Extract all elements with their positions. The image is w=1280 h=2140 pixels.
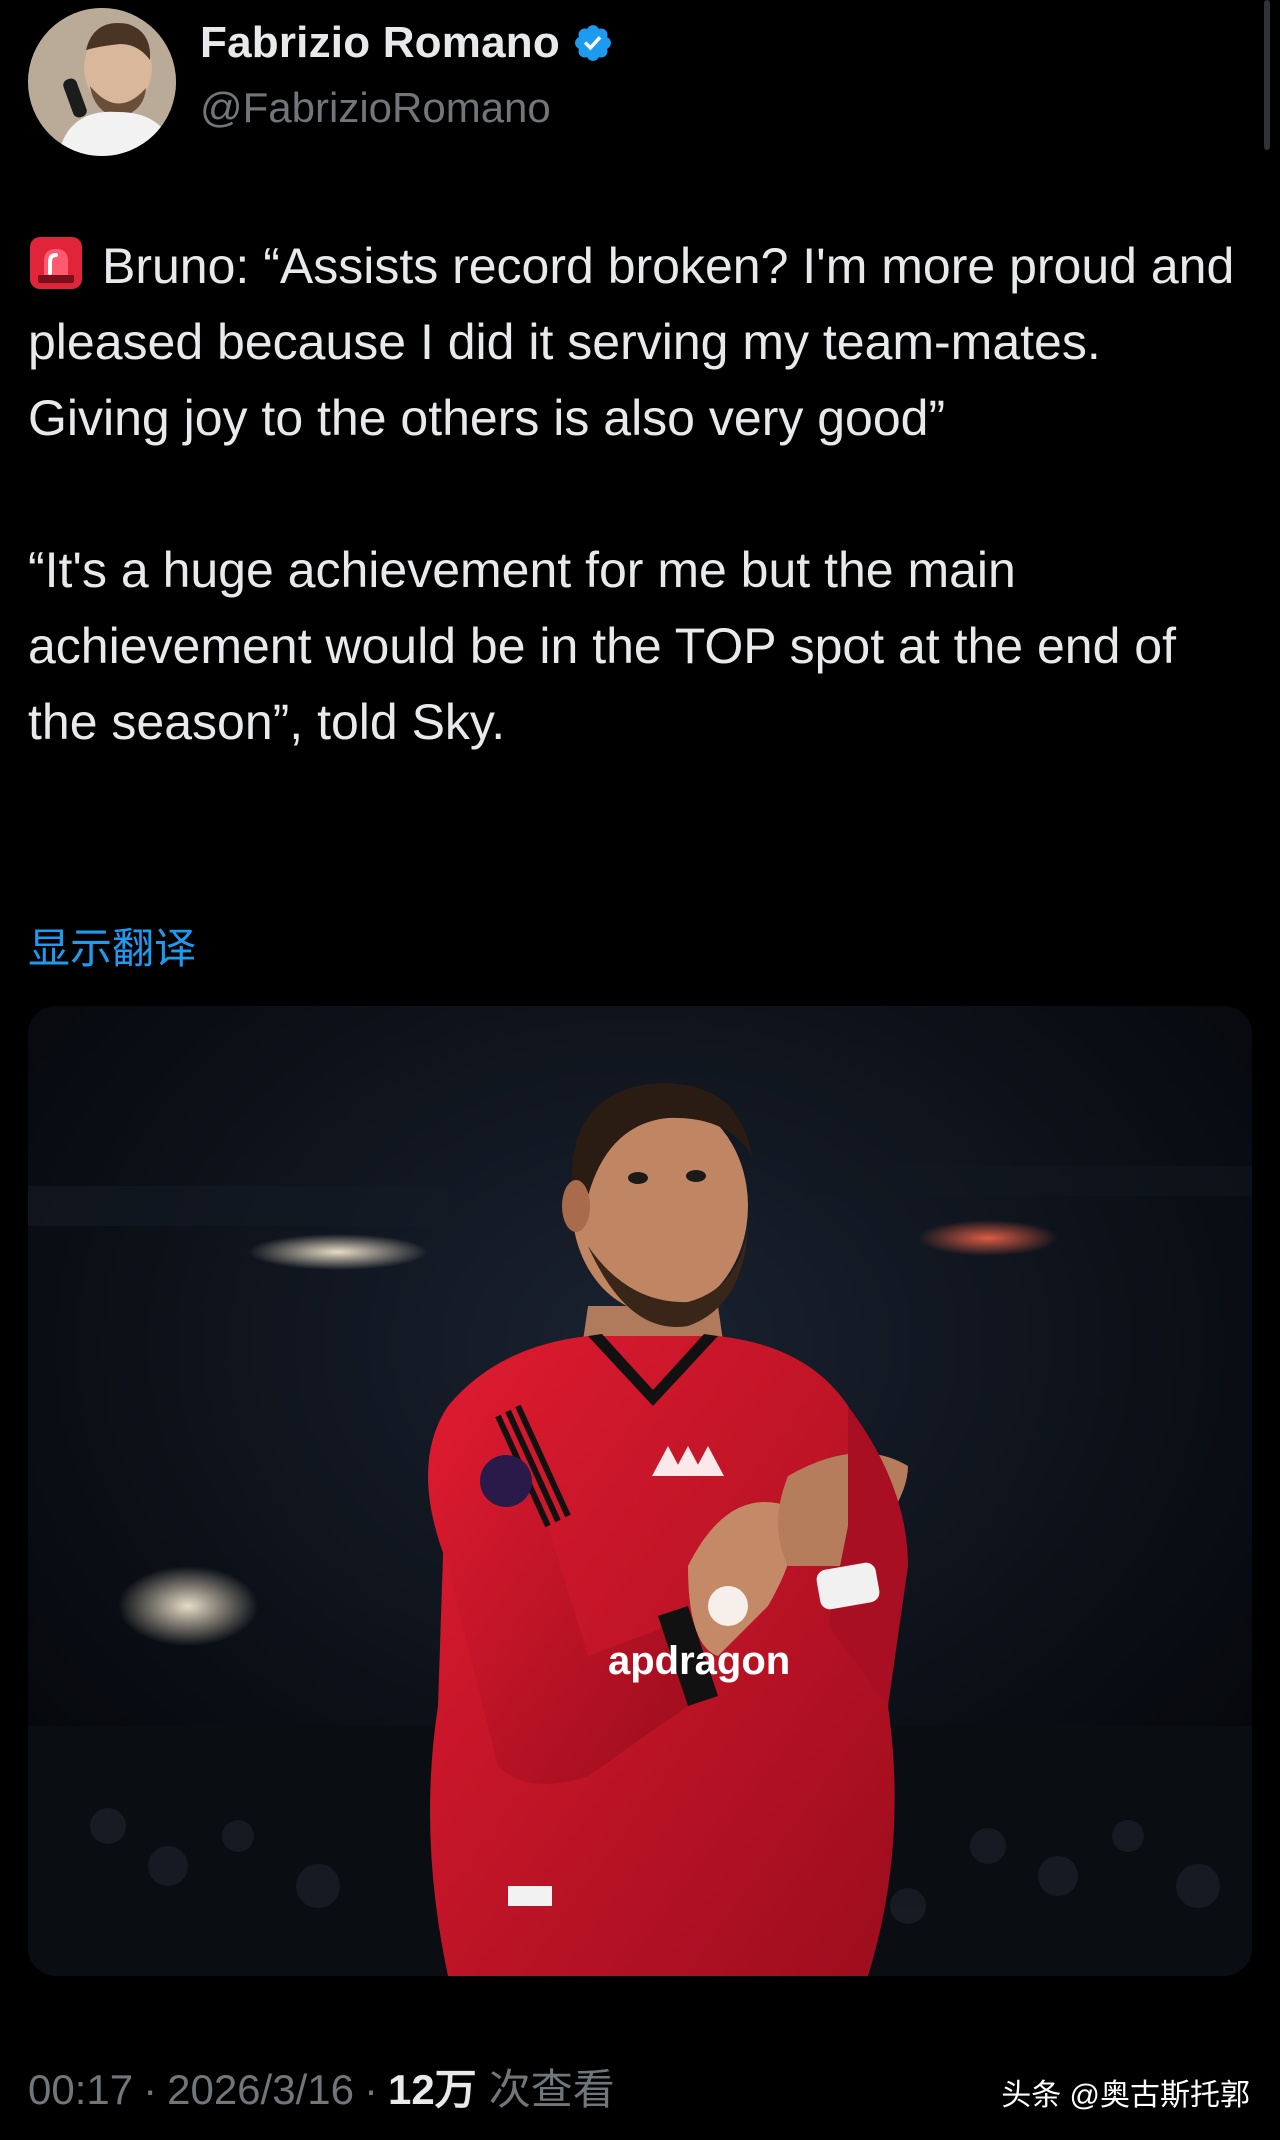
- tweet-media-photo[interactable]: apdragon: [28, 1006, 1252, 1976]
- views-label: 次查看: [488, 2066, 615, 2113]
- author-name[interactable]: Fabrizio Romano: [200, 18, 560, 68]
- show-translation-link[interactable]: 显示翻译: [28, 915, 196, 976]
- tweet-text-1: Bruno: “Assists record broken? I'm more …: [28, 238, 1235, 446]
- avatar[interactable]: [28, 8, 176, 156]
- tweet-paragraph-2: “It's a huge achievement for me but the …: [28, 542, 1176, 750]
- tweet-date[interactable]: 2026/3/16: [167, 2066, 354, 2114]
- avatar-image: [28, 8, 176, 156]
- tweet-time[interactable]: 00:17: [28, 2066, 133, 2114]
- sponsor-text: apdragon: [608, 1639, 790, 1683]
- tweet-body: Bruno: “Assists record broken? I'm more …: [28, 228, 1248, 760]
- author-handle[interactable]: @FabrizioRomano: [200, 84, 551, 132]
- name-row: Fabrizio Romano: [200, 18, 614, 68]
- siren-icon: [28, 235, 84, 291]
- separator: ·: [363, 2066, 378, 2113]
- separator: ·: [143, 2066, 158, 2113]
- tweet-header: Fabrizio Romano @FabrizioRomano: [28, 8, 1240, 156]
- verified-badge-icon: [572, 22, 614, 64]
- scrollbar[interactable]: [1264, 0, 1270, 150]
- tweet-meta: 00:17 · 2026/3/16 · 12万 次查看: [28, 2056, 615, 2117]
- views-count: 12万: [387, 2066, 477, 2113]
- watermark: 头条 @奥古斯托郭: [1001, 2079, 1250, 2112]
- tweet-paragraph-1: Bruno: “Assists record broken? I'm more …: [28, 228, 1248, 456]
- player-photo: apdragon: [28, 1006, 1252, 1976]
